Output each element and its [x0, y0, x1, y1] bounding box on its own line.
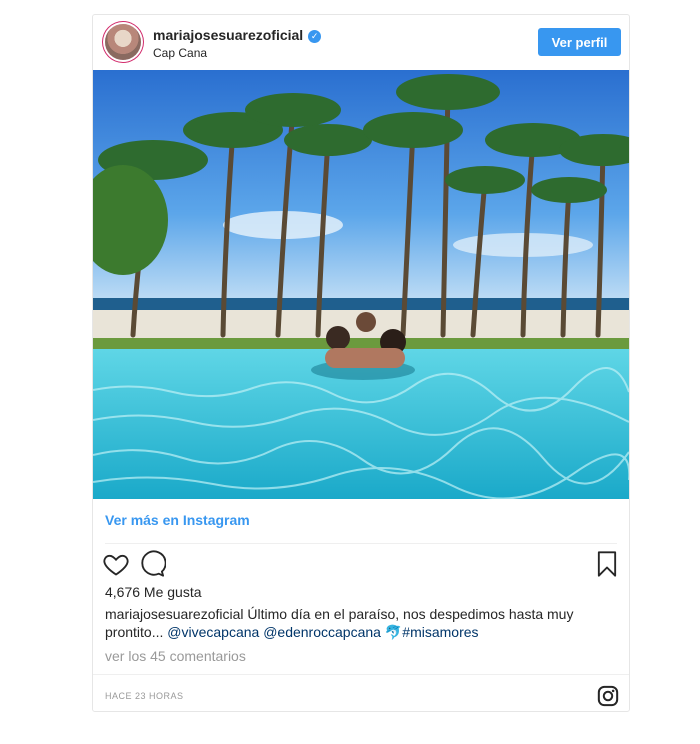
mention-vivecapcana[interactable]: @vivecapcana: [167, 624, 259, 640]
beach-pool-photo: [93, 70, 629, 499]
caption-author[interactable]: mariajosesuarezoficial: [105, 606, 244, 622]
view-comments-link[interactable]: ver los 45 comentarios: [105, 648, 246, 664]
view-more-on-instagram-link[interactable]: Ver más en Instagram: [105, 512, 250, 528]
heart-icon[interactable]: [102, 550, 130, 578]
post-caption: mariajosesuarezoficial Último día en el …: [105, 605, 610, 641]
bookmark-icon[interactable]: [593, 550, 621, 578]
location-link[interactable]: Cap Cana: [153, 46, 207, 60]
divider: [93, 674, 629, 675]
avatar[interactable]: [105, 24, 141, 60]
comment-bubble-icon[interactable]: [138, 550, 166, 578]
action-bar: [93, 548, 629, 582]
view-profile-button[interactable]: Ver perfil: [538, 28, 621, 56]
username-text[interactable]: mariajosesuarezoficial: [153, 27, 303, 43]
instagram-logo-icon[interactable]: [597, 685, 619, 707]
post-header: mariajosesuarezoficial ✓ Cap Cana Ver per…: [93, 15, 629, 70]
post-photo[interactable]: [93, 70, 629, 499]
mention-edenroccapcana[interactable]: @edenroccapcana: [263, 624, 381, 640]
username-link[interactable]: mariajosesuarezoficial ✓: [153, 27, 322, 43]
divider: [105, 543, 617, 544]
dolphin-emoji: 🐬: [384, 624, 403, 640]
likes-count[interactable]: 4,676 Me gusta: [105, 584, 202, 600]
instagram-embed-card: mariajosesuarezoficial ✓ Cap Cana Ver per…: [92, 14, 630, 712]
hashtag-misamores[interactable]: #misamores: [402, 624, 478, 640]
post-timestamp[interactable]: HACE 23 HORAS: [105, 691, 184, 701]
verified-badge-icon: ✓: [308, 30, 322, 43]
